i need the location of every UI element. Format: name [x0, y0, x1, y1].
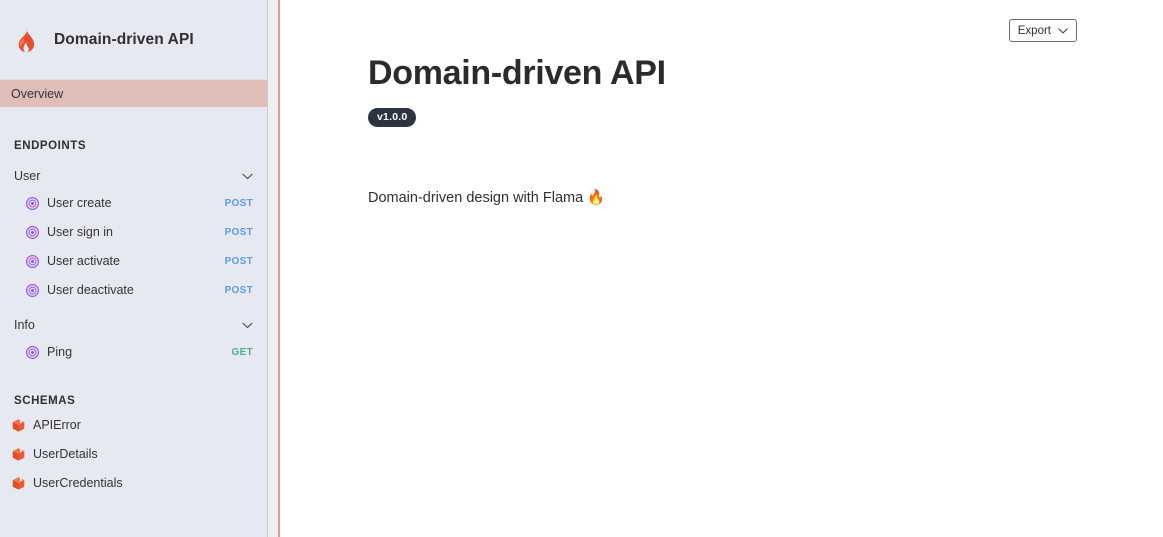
sidebar-header: Domain-driven API [0, 0, 267, 80]
api-docs-page: Domain-driven API Overview ENDPOINTS Use… [0, 0, 1163, 537]
sidebar-endpoint-user-create[interactable]: User create POST [0, 192, 267, 214]
cube-icon [11, 447, 26, 462]
method-badge-get: GET [231, 346, 253, 358]
method-badge-post: POST [224, 255, 253, 267]
sidebar-endpoint-label: User deactivate [47, 283, 134, 297]
sidebar-endpoint-label: User activate [47, 254, 120, 268]
sidebar-endpoint-label: User create [47, 196, 112, 210]
sidebar-item-overview-label: Overview [11, 86, 64, 101]
target-icon [26, 225, 39, 239]
sidebar-endpoint-ping[interactable]: Ping GET [0, 341, 267, 363]
target-icon [26, 345, 39, 359]
target-icon [26, 283, 39, 297]
sidebar-group-user[interactable]: User [0, 167, 267, 185]
sidebar-endpoint-user-deactivate[interactable]: User deactivate POST [0, 279, 267, 301]
chevron-down-icon [242, 322, 253, 329]
sidebar-schema-apierror[interactable]: APIError [0, 414, 267, 436]
method-badge-post: POST [224, 284, 253, 296]
cube-icon [11, 418, 26, 433]
flame-icon [14, 26, 36, 53]
api-description: Domain-driven design with Flama 🔥 [368, 190, 606, 206]
sidebar-endpoint-user-sign-in[interactable]: User sign in POST [0, 221, 267, 243]
sidebar-schema-label: APIError [33, 418, 81, 432]
sidebar-title: Domain-driven API [54, 30, 194, 48]
target-icon [26, 196, 39, 210]
version-badge: v1.0.0 [368, 108, 417, 127]
section-label-endpoints: ENDPOINTS [14, 140, 87, 152]
sidebar-group-info-label: Info [14, 318, 35, 332]
title-row: Domain-driven API [368, 52, 1163, 94]
chevron-down-icon [242, 173, 253, 180]
sidebar-scrollbar[interactable] [268, 0, 280, 537]
sidebar-item-overview[interactable]: Overview [0, 80, 267, 107]
main-inner: Domain-driven API v1.0.0 Domain-driven d… [280, 0, 1163, 208]
sidebar-endpoint-label: User sign in [47, 225, 113, 239]
method-badge-post: POST [224, 226, 253, 238]
main-content: Export Domain-driven API v1.0.0 Domain-d… [280, 0, 1163, 537]
cube-icon [11, 476, 26, 491]
method-badge-post: POST [224, 197, 253, 209]
section-label-schemas: SCHEMAS [14, 395, 76, 407]
sidebar-schema-userdetails[interactable]: UserDetails [0, 443, 267, 465]
target-icon [26, 254, 39, 268]
sidebar: Domain-driven API Overview ENDPOINTS Use… [0, 0, 268, 537]
page-title: Domain-driven API [368, 54, 666, 92]
sidebar-endpoint-label: Ping [47, 345, 73, 359]
sidebar-endpoint-user-activate[interactable]: User activate POST [0, 250, 267, 272]
sidebar-schema-usercredentials[interactable]: UserCredentials [0, 472, 267, 494]
sidebar-schema-label: UserDetails [33, 447, 98, 461]
sidebar-group-user-label: User [14, 169, 41, 183]
sidebar-group-info[interactable]: Info [0, 316, 267, 334]
sidebar-schema-label: UserCredentials [33, 476, 123, 490]
